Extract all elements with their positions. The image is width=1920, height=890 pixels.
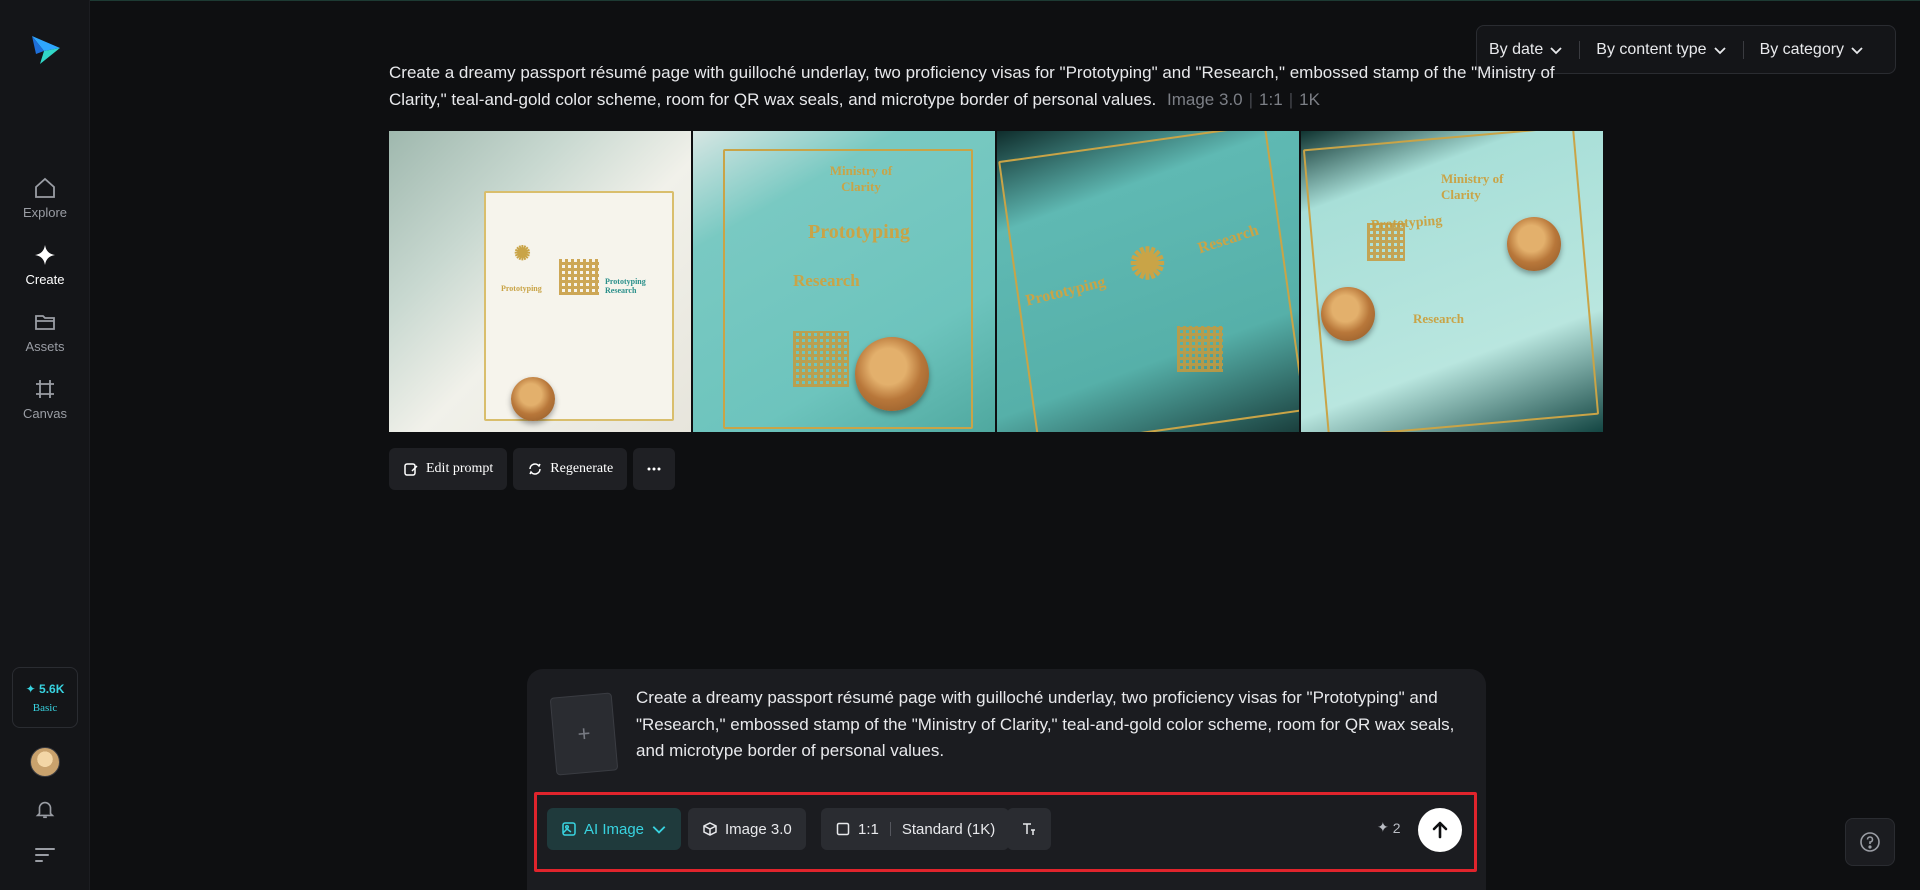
generation-cost: ✦ 2 bbox=[1377, 819, 1401, 836]
chevron-down-icon bbox=[652, 826, 666, 834]
ratio-quality-select[interactable]: 1:1 Standard (1K) bbox=[821, 808, 1010, 850]
sparkle-icon bbox=[35, 245, 55, 265]
send-button[interactable] bbox=[1418, 808, 1462, 852]
avatar[interactable] bbox=[30, 747, 60, 777]
generated-image-3[interactable]: ✺ Prototyping Research bbox=[997, 131, 1299, 432]
ratio-divider bbox=[889, 822, 891, 836]
image-4-label-1: Ministry of Clarity bbox=[1441, 171, 1504, 202]
generation-prompt-text: Create a dreamy passport résumé page wit… bbox=[389, 63, 1555, 109]
filter-by-category-label: By category bbox=[1759, 40, 1845, 58]
qr-code-icon bbox=[1177, 326, 1223, 372]
more-options-button[interactable] bbox=[633, 448, 676, 490]
generated-images: ✺ Prototyping Prototyping Research Minis… bbox=[389, 131, 1603, 432]
arrow-up-icon bbox=[1432, 821, 1448, 839]
qr-code-icon bbox=[793, 331, 849, 387]
nav-create-label: Create bbox=[25, 272, 65, 287]
passport-page bbox=[484, 191, 674, 421]
quality-label: Standard (1K) bbox=[901, 820, 996, 838]
nav-assets-label: Assets bbox=[25, 339, 65, 354]
bell-icon[interactable] bbox=[34, 798, 56, 820]
generation-meta: Image 3.0 | 1:1 | 1K bbox=[1167, 90, 1320, 109]
regenerate-button[interactable]: Regenerate bbox=[513, 448, 628, 490]
image-1-label-1: Prototyping bbox=[501, 284, 542, 293]
square-ratio-icon bbox=[836, 822, 850, 836]
chevron-down-icon bbox=[1851, 46, 1863, 54]
generated-image-1[interactable]: ✺ Prototyping Prototyping Research bbox=[389, 131, 691, 432]
image-2-label-1: Ministry of Clarity bbox=[829, 163, 893, 194]
regenerate-label: Regenerate bbox=[550, 461, 614, 476]
cube-icon bbox=[703, 822, 717, 836]
emblem-icon: ✺ bbox=[514, 243, 531, 265]
top-accent-line bbox=[0, 0, 1920, 1]
ratio-label: 1:1 bbox=[858, 820, 879, 838]
frame-icon bbox=[36, 380, 54, 398]
generated-image-2[interactable]: Ministry of Clarity Prototyping Research bbox=[693, 131, 995, 432]
nav-assets[interactable]: Assets bbox=[0, 310, 90, 364]
image-mode-icon bbox=[562, 822, 576, 836]
filter-divider bbox=[1579, 40, 1581, 59]
generation-resolution: 1K bbox=[1299, 90, 1320, 109]
image-2-label-2: Prototyping bbox=[808, 221, 910, 243]
image-2-label-3: Research bbox=[793, 271, 860, 290]
filter-by-date[interactable]: By date bbox=[1489, 41, 1563, 59]
add-reference-button[interactable]: + bbox=[549, 692, 619, 776]
edit-icon bbox=[404, 463, 418, 476]
generation-actions: Edit prompt Regenerate bbox=[389, 448, 676, 490]
wax-seal-icon bbox=[855, 337, 929, 411]
plan-label: Basic bbox=[32, 701, 58, 714]
chevron-down-icon bbox=[1713, 46, 1726, 54]
wax-seal-icon bbox=[1321, 287, 1375, 341]
filter-by-date-label: By date bbox=[1489, 40, 1544, 58]
chevron-down-icon bbox=[1550, 46, 1562, 54]
credits-amount-row: ✦ 5.6K bbox=[26, 682, 65, 696]
text-format-icon bbox=[1023, 823, 1035, 835]
prompt-input[interactable]: Create a dreamy passport résumé page wit… bbox=[636, 685, 1466, 765]
wax-seal-icon bbox=[511, 377, 555, 421]
generation-ratio: 1:1 bbox=[1259, 90, 1283, 109]
more-horizontal-icon bbox=[647, 467, 661, 471]
wax-seal-icon bbox=[1507, 217, 1561, 271]
image-4-label-3: Research bbox=[1413, 311, 1465, 326]
home-icon bbox=[35, 177, 55, 198]
generation-prompt: Create a dreamy passport résumé page wit… bbox=[389, 59, 1589, 113]
plus-icon: + bbox=[576, 720, 592, 747]
model-label: Image 3.0 bbox=[725, 820, 792, 838]
meta-divider: | bbox=[1248, 90, 1254, 109]
filter-by-category[interactable]: By category bbox=[1760, 41, 1864, 59]
filter-by-content-type[interactable]: By content type bbox=[1596, 41, 1726, 59]
nav-explore-label: Explore bbox=[22, 205, 68, 220]
folder-icon bbox=[35, 315, 55, 330]
nav-canvas[interactable]: Canvas bbox=[0, 377, 90, 431]
filter-by-content-type-label: By content type bbox=[1596, 40, 1707, 58]
credits-amount: 5.6K bbox=[39, 681, 65, 696]
text-style-button[interactable] bbox=[1007, 808, 1051, 850]
meta-divider: | bbox=[1288, 90, 1294, 109]
help-button[interactable] bbox=[1845, 818, 1895, 866]
nav-canvas-label: Canvas bbox=[22, 406, 68, 421]
nav-create[interactable]: Create bbox=[0, 243, 90, 297]
credits-badge[interactable]: ✦ 5.6K Basic bbox=[12, 667, 78, 728]
edit-prompt-button[interactable]: Edit prompt bbox=[389, 448, 508, 490]
qr-code-icon bbox=[1367, 223, 1405, 261]
generated-image-4[interactable]: Ministry of Clarity Prototyping Research bbox=[1301, 131, 1603, 432]
model-select[interactable]: Image 3.0 bbox=[688, 808, 806, 850]
menu-icon[interactable] bbox=[34, 846, 56, 864]
filter-divider bbox=[1742, 40, 1744, 59]
sparkle-icon: ✦ bbox=[1377, 819, 1389, 835]
credits-sparkle-icon: ✦ bbox=[25, 681, 40, 696]
refresh-icon bbox=[529, 463, 542, 475]
qr-code-icon bbox=[559, 259, 599, 295]
help-icon bbox=[1860, 832, 1880, 852]
composer-toolbar: AI Image Image 3.0 1:1 Standard (1K) ✦ 2 bbox=[534, 792, 1477, 872]
mode-label: AI Image bbox=[584, 820, 645, 838]
mode-select[interactable]: AI Image bbox=[547, 808, 682, 850]
nav-explore[interactable]: Explore bbox=[0, 176, 90, 230]
image-1-label-2: Prototyping Research bbox=[605, 277, 646, 295]
app-logo-icon[interactable] bbox=[30, 32, 62, 66]
cost-value: 2 bbox=[1392, 819, 1401, 836]
sidebar: Explore Create Assets Canvas ✦ 5.6K Basi… bbox=[0, 0, 90, 890]
emblem-icon: ✺ bbox=[1129, 240, 1166, 289]
generation-model: Image 3.0 bbox=[1167, 90, 1243, 109]
edit-prompt-label: Edit prompt bbox=[426, 461, 494, 476]
